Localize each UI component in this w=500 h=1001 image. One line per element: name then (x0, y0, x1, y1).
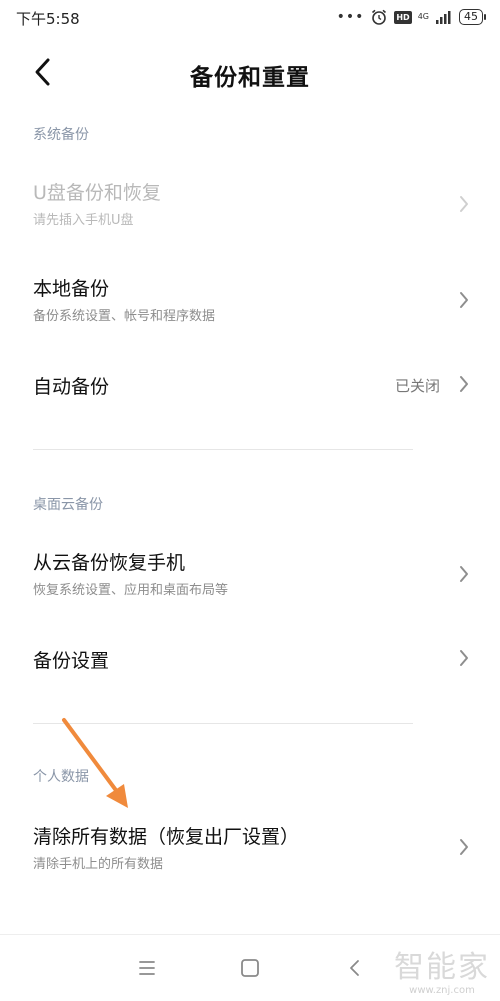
item-subtitle: 请先插入手机U盘 (33, 213, 134, 228)
item-title: 备份设置 (33, 650, 110, 672)
hd-badge: HD (394, 10, 412, 24)
home-icon[interactable] (237, 955, 263, 981)
battery-level: 45 (459, 9, 483, 25)
item-title: 清除所有数据（恢复出厂设置） (33, 826, 300, 848)
section-title-desktop-cloud-backup: 桌面云备份 (33, 497, 103, 513)
item-title: U盘备份和恢复 (33, 182, 161, 204)
watermark: 智能家 www.znj.com (394, 950, 490, 997)
auto-backup-status: 已关闭 (394, 377, 440, 395)
section-divider (33, 723, 413, 724)
battery-icon: 45 (459, 9, 486, 25)
local-backup-item[interactable]: 本地备份 备份系统设置、帐号和程序数据 (0, 266, 500, 342)
item-subtitle: 清除手机上的所有数据 (33, 857, 164, 872)
status-time: 下午5:58 (16, 10, 80, 28)
status-icons: ••• HD 4G 45 (337, 6, 486, 28)
page-header: 备份和重置 (0, 44, 500, 100)
chevron-right-icon (460, 376, 468, 392)
usb-backup-item[interactable]: U盘备份和恢复 请先插入手机U盘 (0, 170, 500, 246)
chevron-right-icon (460, 292, 468, 308)
section-title-system-backup: 系统备份 (33, 127, 89, 143)
nav-back-icon[interactable] (342, 955, 368, 981)
item-subtitle: 恢复系统设置、应用和桌面布局等 (33, 583, 229, 598)
factory-reset-item[interactable]: 清除所有数据（恢复出厂设置） 清除手机上的所有数据 (0, 814, 500, 890)
alarm-icon (372, 9, 387, 25)
item-title: 从云备份恢复手机 (33, 552, 186, 574)
signal-icon (436, 11, 451, 24)
section-divider (33, 449, 413, 450)
page-title: 备份和重置 (190, 65, 310, 91)
watermark-url: www.znj.com (409, 985, 475, 996)
chevron-right-icon (460, 196, 468, 212)
section-title-personal-data: 个人数据 (33, 769, 89, 785)
item-title: 本地备份 (33, 278, 110, 300)
auto-backup-item[interactable]: 自动备份 已关闭 (0, 360, 500, 412)
watermark-title: 智能家 (394, 950, 490, 985)
chevron-right-icon (460, 839, 468, 855)
menu-icon[interactable] (134, 955, 160, 981)
network-type: 4G (417, 12, 429, 21)
restore-from-cloud-item[interactable]: 从云备份恢复手机 恢复系统设置、应用和桌面布局等 (0, 540, 500, 616)
item-subtitle: 备份系统设置、帐号和程序数据 (33, 309, 216, 324)
chevron-right-icon (460, 650, 468, 666)
backup-settings-item[interactable]: 备份设置 (0, 634, 500, 686)
item-title: 自动备份 (33, 376, 110, 398)
chevron-right-icon (460, 566, 468, 582)
status-bar: 下午5:58 ••• HD 4G 45 (0, 0, 500, 36)
more-notifications-icon: ••• (336, 9, 365, 25)
